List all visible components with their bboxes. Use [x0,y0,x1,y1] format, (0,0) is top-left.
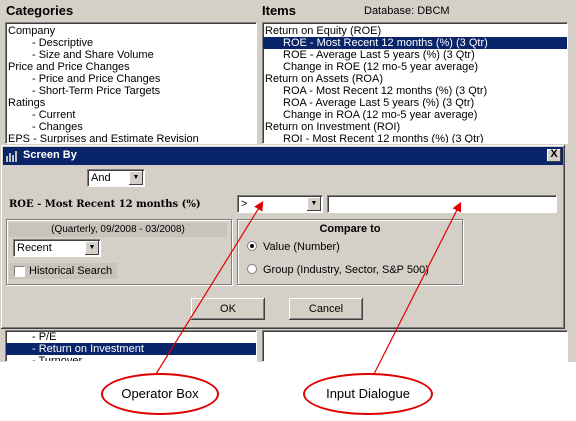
input-arrow [373,201,462,375]
operator-box-callout: Operator Box [101,373,219,415]
annotation-arrows [155,200,462,375]
operator-arrow [155,200,264,375]
input-dialogue-callout: Input Dialogue [303,373,433,415]
input-callout-text: Input Dialogue [326,386,410,401]
operator-callout-text: Operator Box [121,386,199,401]
